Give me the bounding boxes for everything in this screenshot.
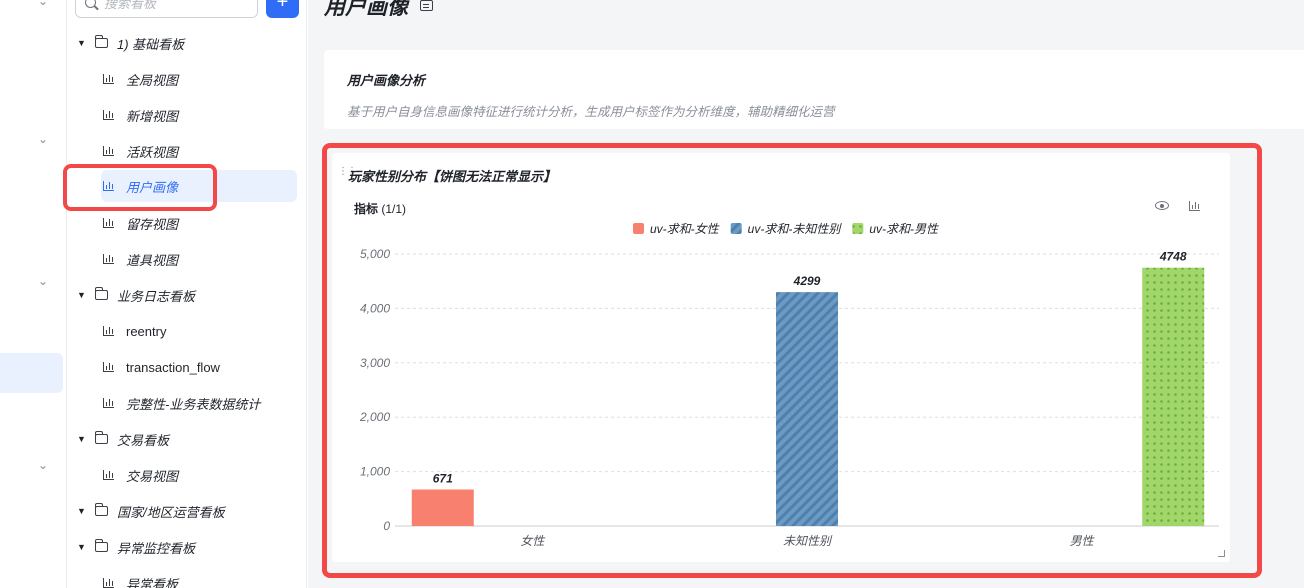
tree-item-trade-view[interactable]: 交易视图	[103, 461, 178, 489]
bar	[1142, 267, 1205, 526]
bar-chart-icon	[103, 254, 114, 264]
tree-folder-region-ops[interactable]: ▼ 国家/地区运营看板	[77, 497, 225, 525]
chart-widget: ⋮⋮ 玩家性别分布【饼图无法正常显示】 指标 (1/1) uv-求和-女性 uv-…	[332, 153, 1230, 562]
chevron-down-icon[interactable]: ⌄	[36, 132, 50, 146]
tree-folder-label: 交易看板	[117, 432, 170, 448]
bar-chart-icon	[103, 578, 114, 588]
tree-item-label: 交易视图	[126, 468, 179, 484]
bar-chart-icon	[103, 181, 114, 191]
description-title: 用户画像分析	[347, 73, 426, 88]
description-card: 用户画像分析 基于用户自身信息画像特征进行统计分析，生成用户标签作为分析维度，辅…	[324, 50, 1304, 129]
tree-item-new-view[interactable]: 新增视图	[103, 101, 178, 129]
x-tick-label: 女性	[520, 534, 545, 548]
tree-item-integrity-stats[interactable]: 完整性-业务表数据统计	[103, 389, 260, 417]
chevron-down-icon[interactable]: ⌄	[36, 458, 50, 472]
tree-item-anomaly-board[interactable]: 异常看板	[103, 569, 178, 588]
tree-item-label: reentry	[126, 323, 167, 339]
page-title: 用户画像	[324, 0, 408, 19]
legend-swatch	[730, 223, 742, 234]
bar-chart-icon	[103, 362, 114, 372]
tree-item-label: 新增视图	[126, 108, 179, 124]
tree-item-label: 道具视图	[126, 252, 179, 268]
tree-item-label: 留存视图	[126, 216, 179, 232]
tree-item-items-view[interactable]: 道具视图	[103, 245, 178, 273]
caret-down-icon[interactable]: ▼	[77, 290, 87, 300]
tree-item-transaction-flow[interactable]: transaction_flow	[103, 353, 220, 381]
y-tick-label: 4,000	[360, 301, 390, 315]
bar-chart-icon	[103, 74, 114, 84]
chevron-down-icon[interactable]: ⌄	[36, 0, 50, 8]
caret-down-icon[interactable]: ▼	[77, 38, 87, 48]
bar-chart-icon	[103, 110, 114, 120]
bar-chart-icon	[103, 470, 114, 480]
bar-chart-icon	[103, 218, 114, 228]
tree-item-label: 用户画像	[126, 179, 179, 195]
tree-folder-label: 国家/地区运营看板	[117, 504, 225, 520]
y-tick-label: 5,000	[360, 247, 390, 261]
tree-folder-basic[interactable]: ▼ 1) 基础看板	[77, 29, 184, 57]
caret-down-icon[interactable]: ▼	[77, 506, 87, 516]
search-input[interactable]	[104, 0, 254, 13]
comment-icon[interactable]	[420, 0, 433, 11]
resize-handle-icon[interactable]	[1218, 550, 1225, 557]
tree-item-label: 异常看板	[126, 576, 179, 588]
tree-item-all-view[interactable]: 全局视图	[103, 65, 178, 93]
bar-chart: uv-求和-女性 uv-求和-未知性别 uv-求和-男性 0 1,000 2,000 3,…	[359, 222, 1219, 548]
legend-label: uv-求和-女性	[650, 222, 720, 236]
tree-item-label: 活跃视图	[126, 144, 179, 160]
tree-item-active-view[interactable]: 活跃视图	[103, 137, 178, 165]
tree-item-label: 全局视图	[126, 72, 179, 88]
legend-label: uv-求和-男性	[869, 222, 939, 236]
add-dashboard-button[interactable]: +	[266, 0, 299, 18]
folder-icon	[95, 431, 108, 444]
rail-item-selected[interactable]	[0, 353, 63, 393]
tree-item-label: transaction_flow	[126, 359, 220, 375]
tree-item-label: 完整性-业务表数据统计	[126, 396, 261, 412]
tree-item-retention-view[interactable]: 留存视图	[103, 209, 178, 237]
search-icon	[85, 0, 96, 8]
tree-folder-business-log[interactable]: ▼ 业务日志看板	[77, 281, 195, 309]
legend-swatch	[633, 223, 644, 234]
data-label: 4748	[1159, 250, 1187, 264]
tree-folder-label: 1) 基础看板	[117, 36, 185, 52]
dashboard-tree: + ▼ 1) 基础看板 全局视图 新增视图 活跃视图 用户画像 留存视图 道具视…	[67, 0, 307, 588]
description-text: 基于用户自身信息画像特征进行统计分析，生成用户标签作为分析维度，辅助精细化运营	[347, 105, 835, 119]
data-label: 671	[433, 471, 453, 485]
caret-down-icon[interactable]: ▼	[77, 542, 87, 552]
bar-chart-icon	[103, 398, 114, 408]
x-tick-label: 男性	[1070, 534, 1095, 548]
caret-down-icon[interactable]: ▼	[77, 434, 87, 444]
folder-icon	[95, 503, 108, 516]
folder-icon	[95, 287, 108, 300]
y-tick-label: 0	[383, 519, 390, 533]
tree-folder-anomaly[interactable]: ▼ 异常监控看板	[77, 533, 195, 561]
y-tick-label: 3,000	[360, 356, 390, 370]
tree-folder-label: 异常监控看板	[117, 540, 196, 556]
search-box[interactable]	[75, 0, 258, 18]
y-tick-label: 2,000	[359, 410, 390, 424]
chevron-down-icon[interactable]: ⌄	[36, 274, 50, 288]
x-tick-label: 未知性别	[783, 534, 833, 548]
folder-icon	[95, 539, 108, 552]
tree-item-reentry[interactable]: reentry	[103, 317, 166, 345]
bar-chart-icon	[103, 326, 114, 336]
data-label: 4299	[793, 274, 821, 288]
legend-label: uv-求和-未知性别	[748, 222, 843, 236]
folder-icon	[95, 35, 108, 48]
tree-item-user-profile[interactable]: 用户画像	[101, 170, 297, 202]
tree-folder-trade[interactable]: ▼ 交易看板	[77, 425, 169, 453]
y-tick-label: 1,000	[360, 465, 390, 479]
main-content: 用户画像 用户画像分析 基于用户自身信息画像特征进行统计分析，生成用户标签作为分…	[308, 0, 1304, 588]
bar	[776, 292, 838, 526]
bar	[411, 489, 474, 526]
bar-chart-icon	[103, 146, 114, 156]
nav-rail: ⌄ ⌄ ⌄ ⌄	[0, 0, 67, 588]
legend-swatch	[852, 223, 864, 234]
tree-folder-label: 业务日志看板	[117, 288, 196, 304]
